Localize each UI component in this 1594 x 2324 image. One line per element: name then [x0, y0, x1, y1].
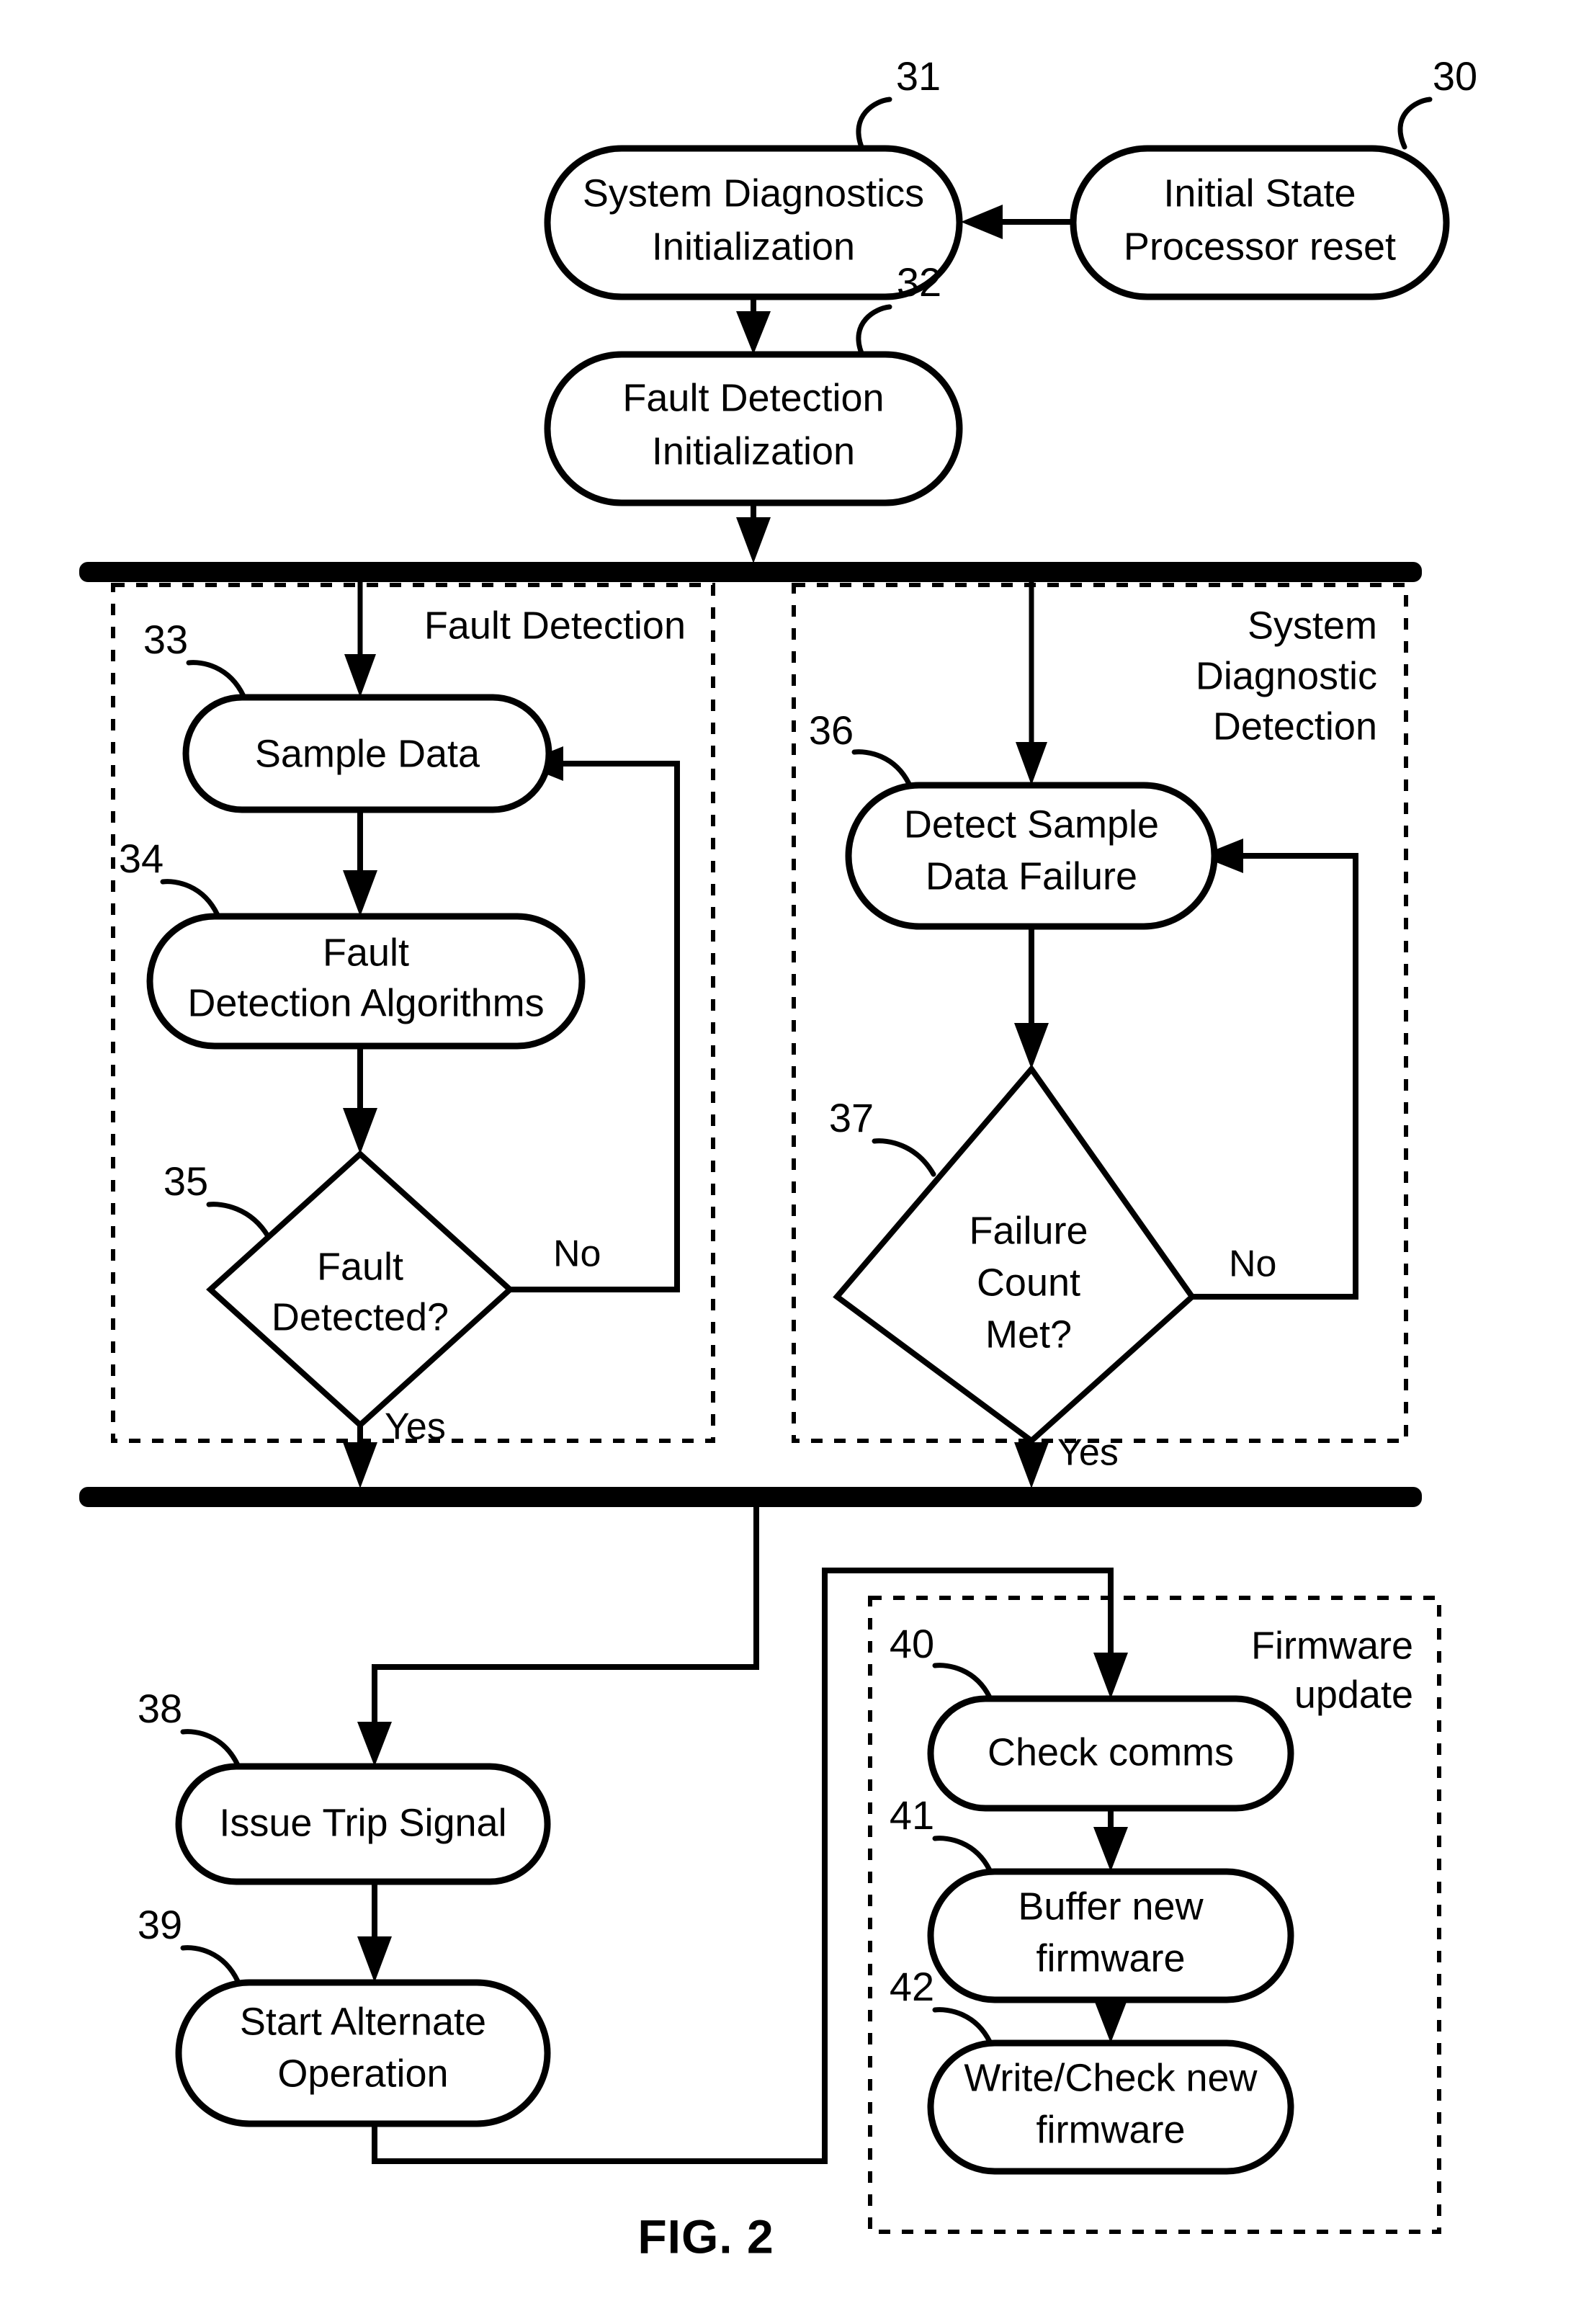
arrowhead-into-sample-data: [344, 654, 376, 697]
ref-numeral-35: 35: [164, 1158, 208, 1204]
node-label-fault-detection-init-line1: Fault Detection: [622, 376, 884, 419]
leader-line-38: [180, 1729, 241, 1768]
node-label-failure-count-met-line2: Count: [977, 1261, 1080, 1304]
ref-numeral-31: 31: [896, 53, 941, 99]
node-failure-count-met-decision[interactable]: Failure Count Met?: [833, 1064, 1196, 1445]
ref-numeral-33: 33: [143, 617, 188, 662]
node-label-failure-count-met-line1: Failure: [969, 1209, 1088, 1252]
arrowhead-into-detect-sample-data-failure: [1016, 742, 1047, 785]
node-label-fault-detected-line1: Fault: [317, 1245, 403, 1288]
node-initial-state-processor-reset[interactable]: Initial State Processor reset: [1070, 145, 1450, 300]
node-shape-fault-detected: [206, 1150, 514, 1429]
node-label-fault-detection-algorithms-line1: Fault: [323, 931, 409, 974]
node-fault-detection-initialization[interactable]: Fault Detection Initialization: [544, 351, 963, 506]
branch-label-fault-detected-yes: Yes: [385, 1406, 446, 1448]
node-label-initial-state-line2: Processor reset: [1124, 225, 1396, 268]
node-label-start-alternate-operation-line2: Operation: [277, 2052, 448, 2095]
leader-line-39: [180, 1945, 241, 1984]
arrowhead-yes-into-sync-bar-bottom-right: [1014, 1442, 1049, 1488]
branch-label-failure-count-yes: Yes: [1057, 1432, 1119, 1474]
branch-label-fault-detected-no: No: [553, 1233, 601, 1275]
node-label-detect-sample-data-failure-line2: Data Failure: [926, 854, 1137, 898]
node-label-system-diagnostics-line1: System Diagnostics: [583, 171, 924, 215]
node-shape-failure-count-met: [833, 1064, 1196, 1445]
node-label-fault-detected-line2: Detected?: [272, 1295, 449, 1338]
node-buffer-new-firmware[interactable]: Buffer new firmware: [927, 1868, 1294, 2003]
arrowhead-into-fault-detected: [343, 1108, 377, 1154]
node-label-start-alternate-operation-line1: Start Alternate: [240, 2000, 486, 2043]
leader-line-40: [932, 1663, 993, 1700]
leader-line-32: [856, 304, 892, 356]
node-detect-sample-data-failure[interactable]: Detect Sample Data Failure: [845, 782, 1218, 930]
leader-line-37: [872, 1138, 936, 1177]
group-label-system-diagnostic-detection-line2: Diagnostic: [1196, 654, 1377, 697]
node-write-check-new-firmware[interactable]: Write/Check new firmware: [927, 2039, 1294, 2175]
group-label-fault-detection: Fault Detection: [424, 604, 686, 647]
ref-numeral-38: 38: [138, 1686, 182, 1731]
node-label-write-check-new-firmware-line2: firmware: [1036, 2108, 1185, 2151]
node-label-system-diagnostics-line2: Initialization: [652, 225, 855, 268]
node-label-sample-data: Sample Data: [255, 732, 480, 775]
node-issue-trip-signal[interactable]: Issue Trip Signal: [175, 1763, 551, 1885]
edge-failure-count-no-loop: [1192, 853, 1358, 1300]
node-label-failure-count-met-line3: Met?: [985, 1313, 1072, 1356]
arrowhead-into-system-diagnostics: [961, 205, 1003, 239]
node-fault-detection-algorithms[interactable]: Fault Detection Algorithms: [146, 913, 586, 1050]
ref-numeral-41: 41: [890, 1792, 934, 1838]
ref-numeral-34: 34: [119, 836, 164, 881]
arrowhead-into-check-comms: [1093, 1653, 1128, 1699]
node-shape-initial-state: [1070, 145, 1450, 300]
leader-line-33: [186, 660, 246, 699]
arrowhead-into-start-alternate-operation: [357, 1936, 392, 1983]
node-start-alternate-operation[interactable]: Start Alternate Operation: [175, 1979, 551, 2127]
ref-numeral-39: 39: [138, 1902, 182, 1947]
node-label-buffer-new-firmware-line2: firmware: [1036, 1936, 1185, 1980]
arrowhead-into-fault-detection-algorithms: [343, 870, 377, 916]
node-fault-detected-decision[interactable]: Fault Detected?: [206, 1150, 514, 1429]
arrowhead-into-fault-detection-init: [736, 311, 771, 354]
branch-label-failure-count-no: No: [1229, 1243, 1276, 1285]
leader-line-30: [1397, 97, 1433, 150]
arrowhead-into-write-check-new-firmware: [1093, 1998, 1128, 2043]
ref-numeral-40: 40: [890, 1621, 934, 1666]
group-label-system-diagnostic-detection-line3: Detection: [1213, 705, 1377, 748]
ref-numeral-30: 30: [1433, 53, 1477, 99]
ref-numeral-42: 42: [890, 1964, 934, 2009]
node-label-fault-detection-init-line2: Initialization: [652, 429, 855, 473]
ref-numeral-37: 37: [829, 1095, 874, 1140]
arrowhead-into-sync-bar-top: [736, 517, 771, 563]
leader-line-36: [851, 749, 912, 787]
leader-line-41: [932, 1836, 993, 1873]
flowchart-svg: Initial State Processor reset 30 System …: [79, 53, 1477, 2263]
node-label-fault-detection-algorithms-line2: Detection Algorithms: [187, 981, 544, 1024]
arrowhead-yes-into-sync-bar-bottom: [343, 1442, 377, 1488]
node-label-buffer-new-firmware-line1: Buffer new: [1018, 1885, 1204, 1928]
node-label-write-check-new-firmware-line1: Write/Check new: [964, 2056, 1258, 2099]
arrowhead-into-buffer-new-firmware: [1093, 1827, 1128, 1872]
ref-numeral-32: 32: [897, 259, 941, 305]
node-sample-data[interactable]: Sample Data: [182, 694, 552, 813]
sync-bar-top: [79, 562, 1422, 582]
group-label-firmware-update-line2: update: [1294, 1673, 1413, 1716]
sync-bar-bottom: [79, 1487, 1422, 1507]
arrowhead-into-issue-trip-signal: [357, 1722, 392, 1766]
node-label-check-comms: Check comms: [988, 1730, 1234, 1774]
ref-numeral-36: 36: [809, 707, 854, 753]
node-label-initial-state-line1: Initial State: [1163, 171, 1356, 215]
edge-sync-bar-to-issue-trip-signal: [372, 1506, 759, 1739]
leader-line-42: [932, 2007, 993, 2044]
node-label-detect-sample-data-failure-line1: Detect Sample: [904, 803, 1159, 846]
group-label-firmware-update-line1: Firmware: [1251, 1624, 1413, 1667]
leader-line-34: [160, 879, 220, 918]
leader-line-31: [856, 97, 892, 150]
patent-figure-canvas: Initial State Processor reset 30 System …: [0, 0, 1594, 2324]
node-check-comms[interactable]: Check comms: [927, 1695, 1294, 1812]
leader-line-35: [206, 1202, 271, 1239]
figure-caption: FIG. 2: [637, 2209, 774, 2263]
arrowhead-into-failure-count: [1014, 1023, 1049, 1069]
node-label-issue-trip-signal: Issue Trip Signal: [219, 1801, 506, 1844]
group-label-system-diagnostic-detection-line1: System: [1248, 604, 1377, 647]
